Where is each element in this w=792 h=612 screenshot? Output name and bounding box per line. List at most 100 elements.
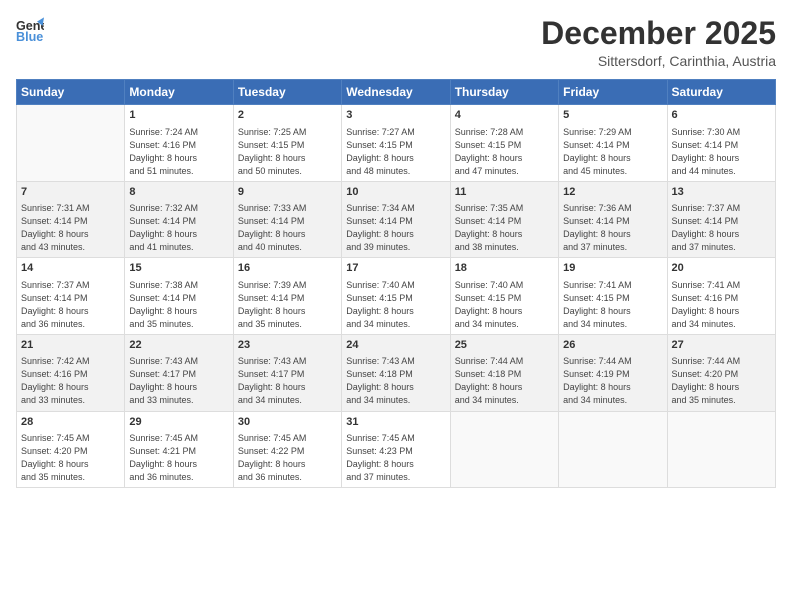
- day-number: 16: [238, 261, 337, 276]
- day-info: Sunrise: 7:44 AMSunset: 4:20 PMDaylight:…: [672, 355, 771, 407]
- day-info: Sunrise: 7:43 AMSunset: 4:18 PMDaylight:…: [346, 355, 445, 407]
- day-info: Sunrise: 7:29 AMSunset: 4:14 PMDaylight:…: [563, 126, 662, 178]
- day-info: Sunrise: 7:40 AMSunset: 4:15 PMDaylight:…: [455, 279, 554, 331]
- calendar-cell: 3 Sunrise: 7:27 AMSunset: 4:15 PMDaylight…: [342, 105, 450, 182]
- month-title: December 2025: [541, 16, 776, 51]
- day-number: 22: [129, 338, 228, 353]
- col-tuesday: Tuesday: [233, 80, 341, 105]
- calendar-cell: 25 Sunrise: 7:44 AMSunset: 4:18 PMDayligh…: [450, 334, 558, 411]
- day-info: Sunrise: 7:45 AMSunset: 4:21 PMDaylight:…: [129, 432, 228, 484]
- day-number: 18: [455, 261, 554, 276]
- calendar-cell: 10Sunrise: 7:34 AMSunset: 4:14 PMDayligh…: [342, 181, 450, 258]
- day-info: Sunrise: 7:41 AMSunset: 4:16 PMDaylight:…: [672, 279, 771, 331]
- day-info: Sunrise: 7:45 AMSunset: 4:23 PMDaylight:…: [346, 432, 445, 484]
- day-info: Sunrise: 7:42 AMSunset: 4:16 PMDaylight:…: [21, 355, 120, 407]
- day-info: Sunrise: 7:44 AMSunset: 4:18 PMDaylight:…: [455, 355, 554, 407]
- calendar-cell: 29 Sunrise: 7:45 AMSunset: 4:21 PMDayligh…: [125, 411, 233, 488]
- day-info: Sunrise: 7:45 AMSunset: 4:20 PMDaylight:…: [21, 432, 120, 484]
- col-friday: Friday: [559, 80, 667, 105]
- day-number: 25: [455, 338, 554, 353]
- calendar-cell: 30 Sunrise: 7:45 AMSunset: 4:22 PMDayligh…: [233, 411, 341, 488]
- day-number: 26: [563, 338, 662, 353]
- calendar-cell: 8 Sunrise: 7:32 AMSunset: 4:14 PMDaylight…: [125, 181, 233, 258]
- calendar-cell: 4 Sunrise: 7:28 AMSunset: 4:15 PMDaylight…: [450, 105, 558, 182]
- calendar-cell: 14Sunrise: 7:37 AMSunset: 4:14 PMDayligh…: [17, 258, 125, 335]
- day-number: 1: [129, 108, 228, 123]
- day-number: 20: [672, 261, 771, 276]
- day-number: 17: [346, 261, 445, 276]
- calendar-cell: 6Sunrise: 7:30 AMSunset: 4:14 PMDaylight…: [667, 105, 775, 182]
- calendar-cell: 12 Sunrise: 7:36 AMSunset: 4:14 PMDayligh…: [559, 181, 667, 258]
- day-info: Sunrise: 7:32 AMSunset: 4:14 PMDaylight:…: [129, 202, 228, 254]
- col-saturday: Saturday: [667, 80, 775, 105]
- calendar-cell: 11 Sunrise: 7:35 AMSunset: 4:14 PMDayligh…: [450, 181, 558, 258]
- header: General Blue December 2025 Sittersdorf, …: [16, 16, 776, 69]
- calendar-cell: [17, 105, 125, 182]
- day-info: Sunrise: 7:34 AMSunset: 4:14 PMDaylight:…: [346, 202, 445, 254]
- day-info: Sunrise: 7:36 AMSunset: 4:14 PMDaylight:…: [563, 202, 662, 254]
- day-number: 14: [21, 261, 120, 276]
- calendar-cell: 21Sunrise: 7:42 AMSunset: 4:16 PMDayligh…: [17, 334, 125, 411]
- day-info: Sunrise: 7:43 AMSunset: 4:17 PMDaylight:…: [129, 355, 228, 407]
- calendar-cell: 16Sunrise: 7:39 AMSunset: 4:14 PMDayligh…: [233, 258, 341, 335]
- calendar-week-row: 14Sunrise: 7:37 AMSunset: 4:14 PMDayligh…: [17, 258, 776, 335]
- col-thursday: Thursday: [450, 80, 558, 105]
- calendar-cell: 1 Sunrise: 7:24 AMSunset: 4:16 PMDaylight…: [125, 105, 233, 182]
- calendar-cell: 7Sunrise: 7:31 AMSunset: 4:14 PMDaylight…: [17, 181, 125, 258]
- logo-icon: General Blue: [16, 16, 44, 44]
- calendar-cell: 2Sunrise: 7:25 AMSunset: 4:15 PMDaylight…: [233, 105, 341, 182]
- day-number: 4: [455, 108, 554, 123]
- day-number: 11: [455, 185, 554, 200]
- calendar-header-row: Sunday Monday Tuesday Wednesday Thursday…: [17, 80, 776, 105]
- calendar-cell: 17 Sunrise: 7:40 AMSunset: 4:15 PMDayligh…: [342, 258, 450, 335]
- day-info: Sunrise: 7:43 AMSunset: 4:17 PMDaylight:…: [238, 355, 337, 407]
- calendar-week-row: 28 Sunrise: 7:45 AMSunset: 4:20 PMDayligh…: [17, 411, 776, 488]
- day-number: 8: [129, 185, 228, 200]
- col-monday: Monday: [125, 80, 233, 105]
- day-info: Sunrise: 7:24 AMSunset: 4:16 PMDaylight:…: [129, 126, 228, 178]
- day-number: 28: [21, 415, 120, 430]
- calendar-cell: 18 Sunrise: 7:40 AMSunset: 4:15 PMDayligh…: [450, 258, 558, 335]
- day-info: Sunrise: 7:28 AMSunset: 4:15 PMDaylight:…: [455, 126, 554, 178]
- calendar-cell: [559, 411, 667, 488]
- day-number: 12: [563, 185, 662, 200]
- calendar-cell: 26 Sunrise: 7:44 AMSunset: 4:19 PMDayligh…: [559, 334, 667, 411]
- calendar-cell: 15 Sunrise: 7:38 AMSunset: 4:14 PMDayligh…: [125, 258, 233, 335]
- calendar-cell: 13Sunrise: 7:37 AMSunset: 4:14 PMDayligh…: [667, 181, 775, 258]
- day-number: 30: [238, 415, 337, 430]
- day-number: 19: [563, 261, 662, 276]
- day-info: Sunrise: 7:25 AMSunset: 4:15 PMDaylight:…: [238, 126, 337, 178]
- day-number: 15: [129, 261, 228, 276]
- day-number: 13: [672, 185, 771, 200]
- calendar-cell: 28 Sunrise: 7:45 AMSunset: 4:20 PMDayligh…: [17, 411, 125, 488]
- day-number: 31: [346, 415, 445, 430]
- calendar-cell: 5Sunrise: 7:29 AMSunset: 4:14 PMDaylight…: [559, 105, 667, 182]
- day-info: Sunrise: 7:44 AMSunset: 4:19 PMDaylight:…: [563, 355, 662, 407]
- day-info: Sunrise: 7:27 AMSunset: 4:15 PMDaylight:…: [346, 126, 445, 178]
- day-info: Sunrise: 7:45 AMSunset: 4:22 PMDaylight:…: [238, 432, 337, 484]
- calendar-week-row: 21Sunrise: 7:42 AMSunset: 4:16 PMDayligh…: [17, 334, 776, 411]
- day-info: Sunrise: 7:31 AMSunset: 4:14 PMDaylight:…: [21, 202, 120, 254]
- calendar-cell: [667, 411, 775, 488]
- calendar-cell: 31 Sunrise: 7:45 AMSunset: 4:23 PMDayligh…: [342, 411, 450, 488]
- svg-text:Blue: Blue: [16, 30, 43, 44]
- day-info: Sunrise: 7:40 AMSunset: 4:15 PMDaylight:…: [346, 279, 445, 331]
- calendar-cell: 24Sunrise: 7:43 AMSunset: 4:18 PMDayligh…: [342, 334, 450, 411]
- location-subtitle: Sittersdorf, Carinthia, Austria: [541, 53, 776, 69]
- day-info: Sunrise: 7:30 AMSunset: 4:14 PMDaylight:…: [672, 126, 771, 178]
- day-info: Sunrise: 7:33 AMSunset: 4:14 PMDaylight:…: [238, 202, 337, 254]
- calendar-table: Sunday Monday Tuesday Wednesday Thursday…: [16, 79, 776, 488]
- page: General Blue December 2025 Sittersdorf, …: [0, 0, 792, 612]
- day-info: Sunrise: 7:35 AMSunset: 4:14 PMDaylight:…: [455, 202, 554, 254]
- calendar-cell: 19Sunrise: 7:41 AMSunset: 4:15 PMDayligh…: [559, 258, 667, 335]
- day-info: Sunrise: 7:38 AMSunset: 4:14 PMDaylight:…: [129, 279, 228, 331]
- calendar-week-row: 1 Sunrise: 7:24 AMSunset: 4:16 PMDaylight…: [17, 105, 776, 182]
- day-number: 3: [346, 108, 445, 123]
- calendar-cell: [450, 411, 558, 488]
- calendar-cell: 20 Sunrise: 7:41 AMSunset: 4:16 PMDayligh…: [667, 258, 775, 335]
- calendar-cell: 22 Sunrise: 7:43 AMSunset: 4:17 PMDayligh…: [125, 334, 233, 411]
- calendar-cell: 9Sunrise: 7:33 AMSunset: 4:14 PMDaylight…: [233, 181, 341, 258]
- col-sunday: Sunday: [17, 80, 125, 105]
- day-number: 29: [129, 415, 228, 430]
- calendar-cell: 27Sunrise: 7:44 AMSunset: 4:20 PMDayligh…: [667, 334, 775, 411]
